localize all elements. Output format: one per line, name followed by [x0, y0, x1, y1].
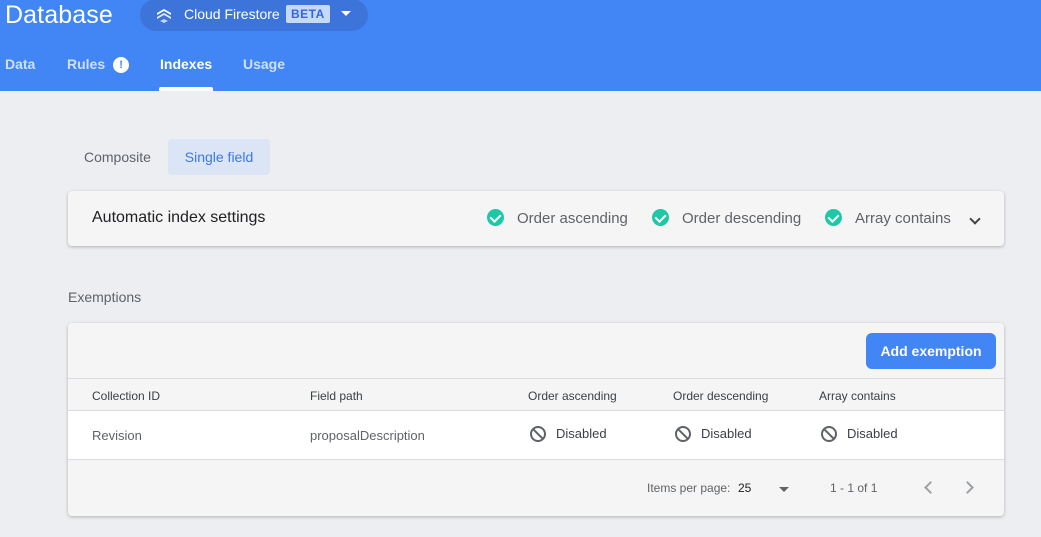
chevron-left-icon[interactable]	[924, 481, 937, 494]
disabled-icon	[821, 426, 837, 442]
tab-data[interactable]: Data	[5, 56, 35, 72]
check-circle-icon	[652, 209, 669, 226]
chevron-down-icon[interactable]	[969, 213, 981, 225]
cell-order-ascending: Disabled	[530, 426, 607, 442]
chevron-right-icon[interactable]	[961, 481, 974, 494]
column-header: Order ascending	[528, 389, 617, 403]
cell-collection-id: Revision	[92, 428, 142, 443]
setting-label: Order descending	[682, 210, 802, 227]
table-pagination: Items per page: 25 1 - 1 of 1	[68, 460, 1004, 516]
disabled-icon	[675, 426, 691, 442]
tab-rules[interactable]: Rules!	[67, 56, 130, 73]
add-exemption-button[interactable]: Add exemption	[866, 333, 996, 369]
single-field-toggle[interactable]: Single field	[168, 139, 270, 175]
items-per-page-select[interactable]: 25	[738, 481, 751, 495]
chevron-down-icon[interactable]	[779, 487, 789, 492]
app-header: Database Cloud Firestore BETA Data Rules…	[0, 0, 1041, 91]
check-circle-icon	[487, 209, 504, 226]
status-text: Disabled	[847, 426, 898, 441]
database-selector[interactable]: Cloud Firestore BETA	[140, 0, 368, 31]
setting-order-descending: Order descending	[652, 209, 801, 227]
tab-label: Rules	[67, 56, 106, 72]
column-header: Collection ID	[92, 389, 161, 403]
automatic-settings-label: Automatic index settings	[92, 209, 266, 226]
tab-indexes[interactable]: Indexes	[160, 56, 212, 72]
disabled-icon	[530, 426, 546, 442]
active-tab-indicator	[159, 87, 213, 91]
status-text: Disabled	[556, 426, 607, 441]
setting-label: Order ascending	[517, 210, 628, 227]
tab-label: Usage	[243, 56, 286, 72]
setting-label: Array contains	[855, 210, 951, 227]
column-header: Field path	[310, 389, 363, 403]
setting-order-ascending: Order ascending	[487, 209, 628, 227]
check-circle-icon	[825, 209, 842, 226]
tab-label: Indexes	[160, 56, 213, 72]
table-row[interactable]: Revision proposalDescription Disabled Di…	[68, 411, 1004, 460]
column-header: Order descending	[673, 389, 769, 403]
status-text: Disabled	[701, 426, 752, 441]
database-name: Cloud Firestore	[184, 6, 280, 22]
items-per-page-label: Items per page:	[647, 481, 731, 495]
table-header: Collection ID Field path Order ascending…	[68, 378, 1004, 411]
beta-badge: BETA	[286, 5, 330, 23]
cell-field-path: proposalDescription	[310, 428, 425, 443]
firestore-icon	[157, 9, 171, 23]
pagination-range: 1 - 1 of 1	[830, 481, 878, 495]
cell-array-contains: Disabled	[821, 426, 898, 442]
automatic-index-settings-panel[interactable]: Automatic index settings Order ascending…	[68, 191, 1004, 246]
exemptions-title: Exemptions	[68, 289, 142, 305]
tab-usage[interactable]: Usage	[243, 56, 285, 72]
tab-label: Data	[5, 56, 36, 72]
cell-order-descending: Disabled	[675, 426, 752, 442]
chevron-down-icon[interactable]	[341, 11, 351, 16]
exemptions-table-card: Add exemption Collection ID Field path O…	[68, 323, 1004, 516]
page-title: Database	[5, 1, 113, 29]
warning-badge: !	[113, 57, 130, 73]
column-header: Array contains	[819, 389, 896, 403]
composite-toggle[interactable]: Composite	[68, 139, 167, 175]
setting-array-contains: Array contains	[825, 209, 951, 227]
